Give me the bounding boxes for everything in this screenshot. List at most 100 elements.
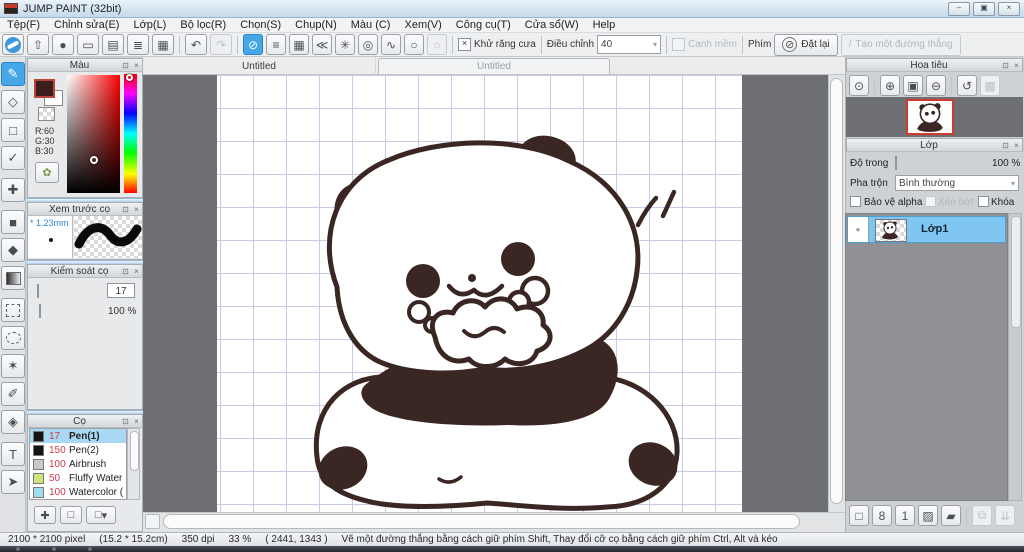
document-button[interactable]: ▤ [102,34,124,55]
minimize-button[interactable]: – [948,1,970,16]
close-icon[interactable]: × [131,61,142,70]
popout-icon[interactable]: ⊡ [120,61,131,70]
fill-rect-tool[interactable]: ■ [1,210,25,234]
close-icon[interactable]: × [131,205,142,214]
gradient-tool[interactable] [1,266,25,290]
ellipse-ruler-button[interactable]: ○ [404,34,424,55]
menu-help[interactable]: Help [586,18,623,33]
text-tool[interactable]: T [1,442,25,466]
vanishing-point-button[interactable]: ≪ [312,34,332,55]
zoom-actual-button[interactable]: ⊙ [849,75,869,96]
close-icon[interactable]: × [1011,61,1022,70]
popout-icon[interactable]: ⊡ [1000,61,1011,70]
move-tool[interactable]: ✚ [1,178,25,202]
duplicate-layer-button[interactable]: ⧉ [972,505,992,526]
popout-icon[interactable]: ⊡ [120,267,131,276]
restore-button[interactable]: ▣ [973,1,995,16]
antialias-checkbox[interactable]: × [458,38,471,51]
menu-window[interactable]: Cửa sổ(W) [518,18,586,33]
menu-select[interactable]: Chọn(S) [233,18,288,33]
protect-alpha-checkbox[interactable] [850,196,861,207]
canvas-viewport[interactable] [143,75,845,512]
blend-mode-select[interactable]: Bình thường ▾ [895,175,1019,191]
brush-size-slider[interactable] [37,284,39,298]
tab-untitled-inactive[interactable]: Untitled [378,58,610,74]
parallel-ruler-button[interactable]: ≡ [266,34,286,55]
shape-tool[interactable]: □ [1,118,25,142]
layer-visibility-toggle[interactable]: ● [848,217,869,242]
comment-box-button[interactable]: ▭ [77,34,99,55]
layer-list-scrollbar[interactable] [1008,213,1022,501]
new-layer-button[interactable]: □ [849,505,869,526]
menu-tools[interactable]: Công cụ(T) [449,18,518,33]
menu-color[interactable]: Màu (C) [344,18,398,33]
fit-window-button[interactable]: ▣ [903,75,923,96]
bucket-tool[interactable]: ◆ [1,238,25,262]
brush-row-fluffy-water[interactable]: 50 Fluffy Water [30,471,126,485]
menu-capture[interactable]: Chụp(N) [288,18,344,33]
navigator-preview-area[interactable] [846,97,1023,137]
add-brush-button[interactable]: ✚ [34,506,56,524]
close-button[interactable]: × [998,1,1020,16]
canvas-page[interactable] [217,75,742,512]
curve-ruler-button[interactable]: ∿ [381,34,401,55]
tab-untitled-active[interactable]: Untitled [143,57,376,75]
menu-file[interactable]: Tệp(F) [0,18,47,33]
soft-edge-checkbox[interactable] [672,38,686,51]
brush-opacity-slider[interactable] [39,304,41,318]
foreground-color-swatch[interactable] [34,79,55,98]
brush-list-scrollbar[interactable] [127,428,140,500]
new-brush-button[interactable]: □ [60,506,82,524]
layout-edit-button[interactable]: ▦ [152,34,174,55]
ruler-off-button[interactable]: ⊘ [243,34,263,55]
menu-view[interactable]: Xem(V) [397,18,448,33]
layer-opacity-slider[interactable] [895,156,897,170]
saturation-value-box[interactable] [67,75,120,193]
reset-rotation-button[interactable]: ↺ [957,75,977,96]
zoom-in-button[interactable]: ⊕ [880,75,900,96]
clip-checkbox[interactable] [925,196,936,207]
popout-icon[interactable]: ⊡ [120,205,131,214]
brush-row-airbrush[interactable]: 100 Airbrush [30,457,126,471]
navigator-thumbnail[interactable] [906,99,954,135]
brush-row-watercolor[interactable]: 100 Watercolor ( [30,485,126,499]
adjust-combo[interactable]: 40 ▾ [597,35,662,54]
circle-ruler-button[interactable]: ○ [427,34,447,55]
close-icon[interactable]: × [131,267,142,276]
lock-checkbox[interactable] [978,196,989,207]
crop-view-button[interactable]: ▩ [980,75,1000,96]
new-folder-button[interactable]: ▰ [941,505,961,526]
new-8bit-layer-button[interactable]: 8 [872,505,892,526]
select-eraser-tool[interactable]: ◈ [1,410,25,434]
transparent-color-swatch[interactable] [38,107,55,121]
menu-layer[interactable]: Lớp(L) [126,18,173,33]
menu-edit[interactable]: Chỉnh sửa(E) [47,18,126,33]
hue-bar[interactable] [124,74,137,193]
rect-select-tool[interactable] [1,298,25,322]
brush-row-pen2[interactable]: 150 Pen(2) [30,443,126,457]
brush-size-value[interactable]: 17 [107,283,135,298]
zoom-out-button[interactable]: ⊖ [926,75,946,96]
menu-filter[interactable]: Bộ lọc(R) [173,18,233,33]
merge-layer-button[interactable]: ⇊ [995,505,1015,526]
eraser-tool[interactable]: ◇ [1,90,25,114]
lasso-select-tool[interactable] [1,326,25,350]
popout-icon[interactable]: ⊡ [120,417,131,426]
radial-ruler-button[interactable]: ✳ [335,34,355,55]
redo-button[interactable]: ↷ [210,34,232,55]
make-line-button[interactable]: / Tạo một đường thẳng [840,33,961,56]
brush-tool[interactable]: ✎ [1,62,25,86]
paint-logo-button[interactable] [2,34,24,55]
reset-button[interactable]: ⊘ Đặt lại [774,33,838,56]
palette-button[interactable]: ✿ [35,162,59,183]
magic-wand-tool[interactable]: ✶ [1,354,25,378]
close-icon[interactable]: × [1011,141,1022,150]
page-list-button[interactable]: ≣ [127,34,149,55]
publish-button[interactable]: ⇧ [27,34,49,55]
horizontal-scrollbar-thumb[interactable] [163,514,800,529]
popout-icon[interactable]: ⊡ [1000,141,1011,150]
brush-row-pen1[interactable]: 17 Pen(1) [30,429,126,443]
concentric-ruler-button[interactable]: ◎ [358,34,378,55]
layer-row-lop1[interactable]: ● Lớp1 [847,216,1006,243]
polyline-tool[interactable]: ✓ [1,146,25,170]
